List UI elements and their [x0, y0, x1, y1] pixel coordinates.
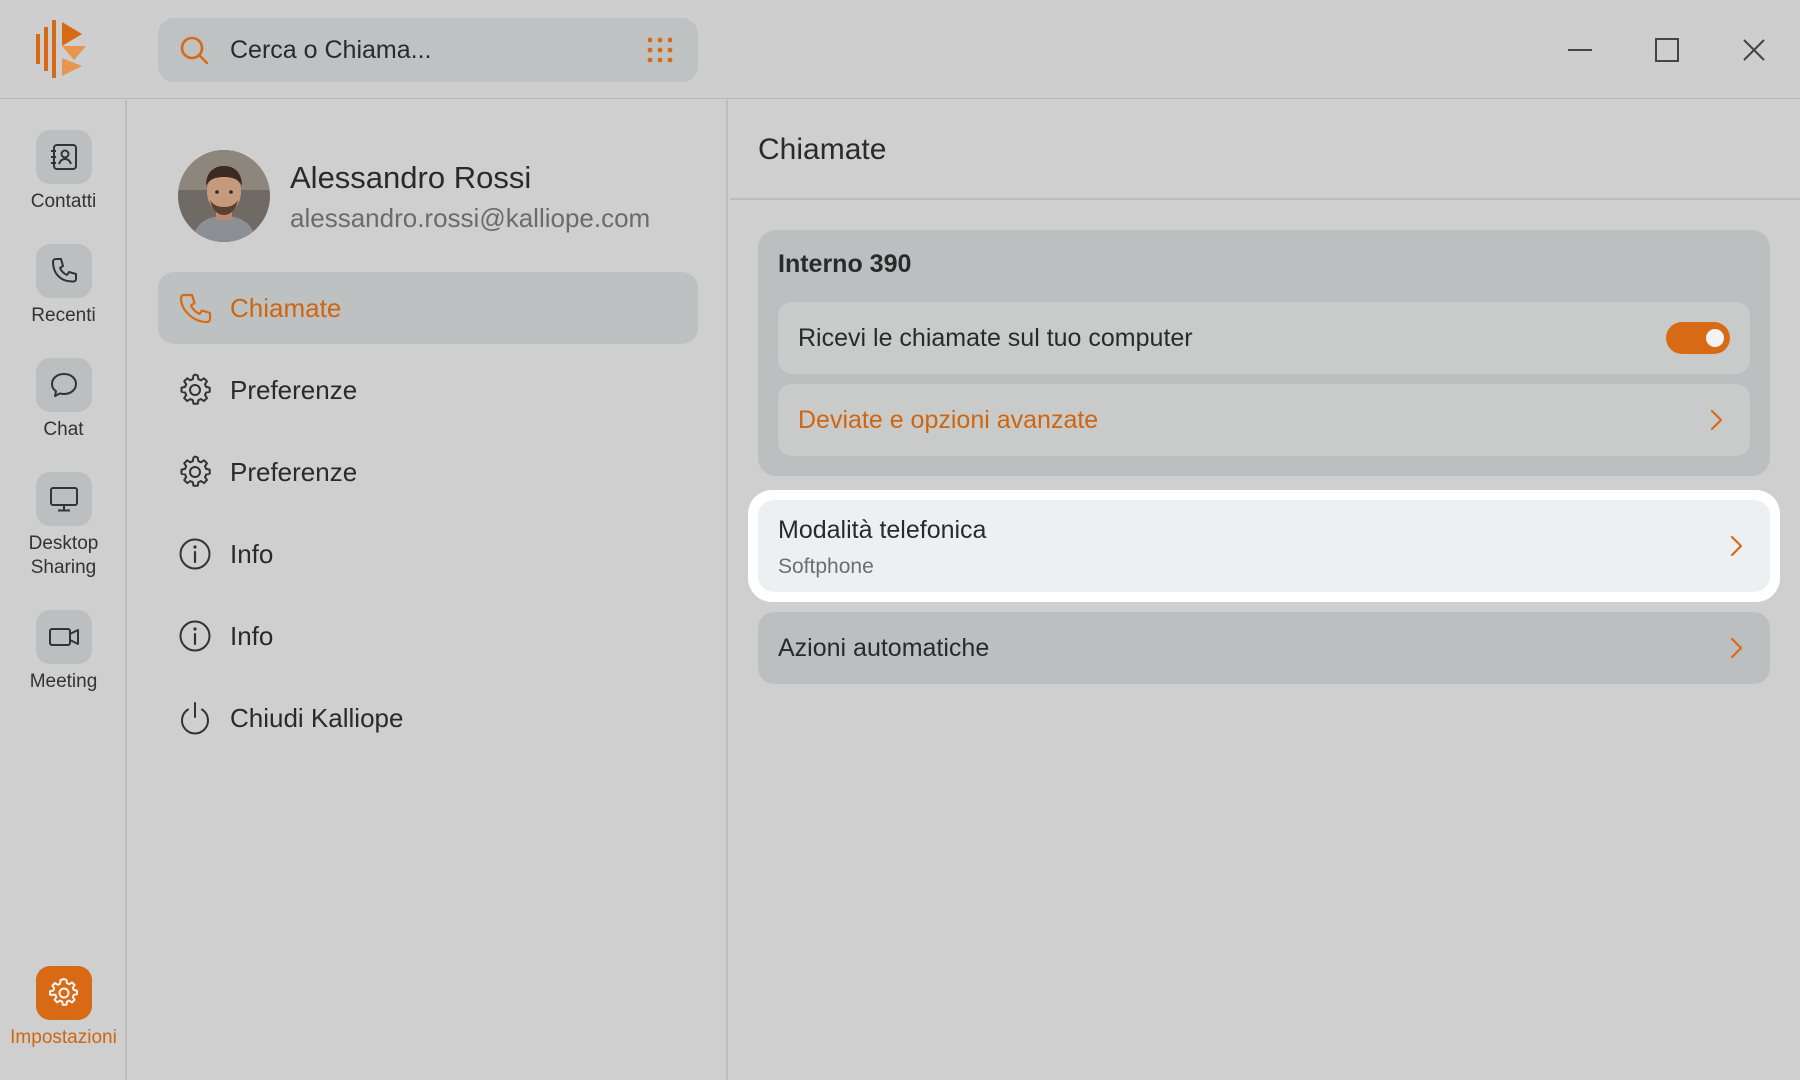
rail-item-recenti[interactable]: Recenti: [0, 244, 127, 328]
menu-item-preferenze[interactable]: Preferenze: [158, 354, 698, 426]
settings-menu-panel: Alessandro Rossi alessandro.rossi@kallio…: [128, 100, 728, 1080]
page-title: Chiamate: [758, 133, 887, 166]
phone-icon: [179, 293, 212, 324]
menu-item-label: Info: [230, 538, 274, 569]
toggle-knob: [1706, 329, 1724, 347]
rail-item-label: Chat: [43, 419, 84, 440]
menu-item-preferenze-2[interactable]: Preferenze: [158, 436, 698, 508]
receive-calls-toggle[interactable]: [1666, 322, 1730, 354]
rail-item-label: Desktop Sharing: [28, 533, 99, 578]
extension-group: Interno 390 Ricevi le chiamate sul tuo c…: [758, 230, 1770, 476]
user-name: Alessandro Rossi: [290, 160, 532, 195]
auto-actions-card[interactable]: Azioni automatiche: [758, 612, 1770, 684]
chat-bubble-icon: [35, 358, 92, 412]
menu-item-chiudi-kalliope[interactable]: Chiudi Kalliope: [158, 682, 698, 754]
chevron-right-icon: [1730, 637, 1743, 659]
search-bar[interactable]: [158, 18, 698, 82]
rail-item-meeting[interactable]: Meeting: [0, 610, 127, 694]
title-bar: [0, 0, 1800, 99]
minimize-icon[interactable]: [1558, 28, 1602, 72]
rail-item-chat[interactable]: Chat: [0, 358, 127, 442]
auto-actions-label: Azioni automatiche: [778, 633, 990, 662]
rail-item-desktop-sharing[interactable]: Desktop Sharing: [0, 472, 127, 580]
video-camera-icon: [35, 610, 92, 664]
receive-calls-label: Ricevi le chiamate sul tuo computer: [798, 323, 1193, 352]
search-input[interactable]: [230, 30, 610, 70]
avatar: [178, 150, 270, 242]
menu-item-info[interactable]: Info: [158, 518, 698, 590]
menu-item-chiamate[interactable]: Chiamate: [158, 272, 698, 344]
menu-item-label: Preferenze: [230, 374, 358, 405]
rail-item-label: Meeting: [29, 671, 98, 692]
menu-item-label: Chiamate: [230, 292, 342, 323]
info-icon: [179, 620, 211, 652]
forward-options-label: Deviate e opzioni avanzate: [798, 405, 1099, 434]
app-window: Contatti Recenti Chat: [0, 0, 1800, 1080]
monitor-icon: [35, 472, 92, 526]
rail-item-label: Impostazioni: [10, 1027, 117, 1048]
kalliope-logo: [36, 20, 86, 78]
rail-item-label: Recenti: [31, 305, 96, 326]
user-email: alessandro.rossi@kalliope.com: [290, 203, 651, 233]
menu-item-info-2[interactable]: Info: [158, 600, 698, 672]
extension-title: Interno 390: [778, 250, 912, 278]
receive-calls-row: Ricevi le chiamate sul tuo computer: [778, 302, 1750, 374]
dialpad-icon[interactable]: [644, 34, 676, 66]
search-icon: [180, 36, 209, 65]
rail-item-contatti[interactable]: Contatti: [0, 130, 127, 214]
gear-icon: [35, 966, 92, 1020]
forward-options-row[interactable]: Deviate e opzioni avanzate: [778, 384, 1750, 456]
panel-header: Chiamate: [730, 100, 1800, 200]
menu-item-label: Preferenze: [230, 456, 358, 487]
maximize-icon[interactable]: [1645, 28, 1689, 72]
gear-icon: [180, 373, 211, 405]
menu-item-label: Info: [230, 620, 274, 651]
info-icon: [179, 538, 211, 570]
gear-icon: [180, 455, 211, 487]
calls-settings-panel: Chiamate Interno 390 Ricevi le chiamate …: [730, 100, 1800, 1080]
phone-mode-value: Softphone: [778, 555, 874, 578]
chevron-right-icon: [1730, 535, 1743, 557]
menu-item-label: Chiudi Kalliope: [230, 702, 404, 733]
phone-mode-card[interactable]: Modalità telefonica Softphone: [758, 500, 1770, 592]
rail-item-label: Contatti: [30, 191, 97, 212]
power-icon: [181, 702, 209, 735]
nav-rail: Contatti Recenti Chat Desktop Sharing Me…: [0, 100, 127, 1080]
close-icon[interactable]: [1732, 28, 1776, 72]
rail-item-impostazioni[interactable]: Impostazioni: [0, 966, 127, 1050]
phone-mode-title: Modalità telefonica: [778, 516, 987, 544]
phone-icon: [35, 244, 92, 298]
chevron-right-icon: [1710, 409, 1723, 431]
contacts-icon: [35, 130, 92, 184]
